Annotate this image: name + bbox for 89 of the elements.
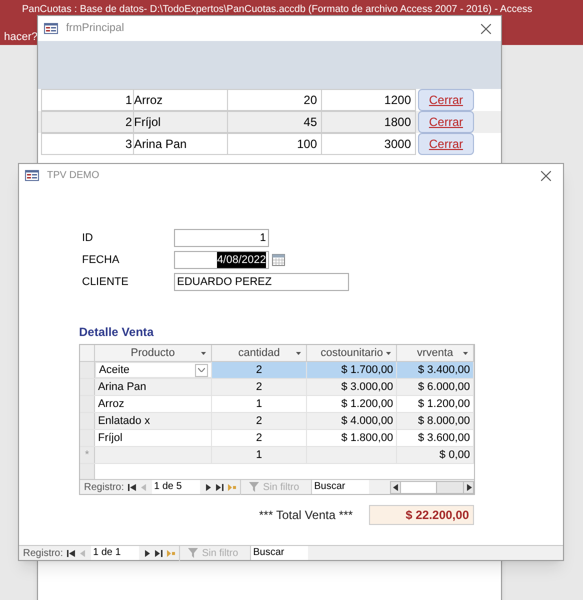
table-cell-text: Arroz <box>98 396 124 412</box>
close-form-button[interactable]: Cerrar <box>418 133 474 155</box>
table-cell-text: $ 1.700,00 <box>341 362 394 378</box>
column-header[interactable]: Producto <box>94 345 212 361</box>
next-record-icon[interactable] <box>204 484 212 490</box>
table-cell-text: Enlatado x <box>98 414 150 429</box>
form-icon <box>44 23 58 34</box>
datasheet-row[interactable]: Fríjol 2 $ 1.800,00 $ 3.600,00 <box>80 430 474 447</box>
datasheet-row[interactable]: Arroz 1 $ 1.200,00 $ 1.200,00 <box>80 396 474 413</box>
window-title: TPV DEMO <box>47 169 100 183</box>
app-title: PanCuotas : Base de datos- D:\TodoExpertos\PanCuotas.accdb (Formato de archivo Access 2007 - 2016) - Access <box>22 3 532 17</box>
table-cell: 45 <box>228 111 322 133</box>
horizontal-scrollbar[interactable] <box>390 480 474 494</box>
table-cell-text: 2 <box>256 430 262 446</box>
table-cell-text: $ 3.000,00 <box>341 380 394 395</box>
last-record-icon[interactable] <box>155 550 164 556</box>
field-label: CLIENTE <box>81 274 130 290</box>
record-position-field[interactable]: 1 de 1 <box>91 546 140 560</box>
table-cell: Arroz <box>134 89 228 111</box>
table-cell: 3000 <box>322 133 416 155</box>
first-record-icon[interactable] <box>128 484 136 490</box>
column-header[interactable]: costounitario <box>307 345 398 361</box>
table-cell-text: $ 3.400,00 <box>418 362 470 378</box>
field-label: ID <box>81 230 94 246</box>
first-record-icon[interactable] <box>67 550 76 556</box>
table-cell-text: $ 1.200,00 <box>341 396 394 412</box>
table-cell-text: $ 4.000,00 <box>341 414 394 429</box>
input-field[interactable]: 4/08/2022 <box>174 251 269 269</box>
table-cell: 2 <box>41 111 134 133</box>
table-cell-text: 2 <box>256 414 262 429</box>
column-header[interactable]: vrventa <box>397 345 474 361</box>
table-cell-text: 2 <box>256 380 262 395</box>
window-title: frmPrincipal <box>66 21 124 36</box>
dropdown-icon[interactable] <box>463 352 468 354</box>
table-cell-text: $ 3.600,00 <box>418 430 470 446</box>
dropdown-icon[interactable] <box>296 352 302 354</box>
filter-icon <box>249 482 260 492</box>
record-position-field[interactable]: 1 de 5 <box>152 480 200 494</box>
scroll-right-icon[interactable] <box>464 484 472 490</box>
close-form-button[interactable]: Cerrar <box>418 89 474 111</box>
next-record-icon[interactable] <box>143 550 152 556</box>
new-row-marker: * <box>84 448 90 463</box>
close-icon[interactable] <box>481 24 491 34</box>
last-record-icon[interactable] <box>216 484 224 490</box>
table-cell-text: $ 1.200,00 <box>418 396 470 412</box>
total-label: *** Total Venta *** <box>259 507 354 524</box>
table-cell-text: $ 0,00 <box>439 448 470 463</box>
table-cell-text: Arina Pan <box>98 380 146 395</box>
datasheet-row[interactable]: * 1 $ 0,00 <box>80 447 474 464</box>
subform-title: Detalle Venta <box>79 324 155 341</box>
table-cell-text: 1 <box>256 396 262 412</box>
ribbon-text[interactable]: hacer? <box>4 29 38 46</box>
form-icon <box>25 170 39 181</box>
datasheet-row[interactable]: Arina Pan 2 $ 3.000,00 $ 6.000,00 <box>80 379 474 396</box>
close-form-button[interactable]: Cerrar <box>418 111 474 133</box>
table-cell: 1 <box>41 89 134 111</box>
record-label: Registro: <box>22 546 64 560</box>
table-cell: Fríjol <box>134 111 228 133</box>
table-cell: Arina Pan <box>134 133 228 155</box>
table-cell-text: $ 1.800,00 <box>341 430 394 446</box>
close-icon[interactable] <box>541 170 551 180</box>
input-field[interactable]: 1 <box>174 229 269 247</box>
input-field[interactable]: EDUARDO PEREZ <box>174 273 349 291</box>
total-field: $ 22.200,00 <box>369 505 474 525</box>
record-label: Registro: <box>83 480 124 494</box>
table-cell: 1800 <box>322 111 416 133</box>
filter-icon <box>188 548 198 558</box>
table-cell: 20 <box>228 89 322 111</box>
column-header[interactable]: cantidad <box>212 345 308 361</box>
chevron-down-icon <box>198 368 205 372</box>
table-cell-text: 2 <box>256 362 262 378</box>
table-cell-text: 1 <box>256 448 262 463</box>
table-cell: 3 <box>41 133 134 155</box>
combo-dropdown-button[interactable] <box>194 364 208 376</box>
table-cell-text: $ 8.000,00 <box>418 414 470 429</box>
calendar-icon[interactable] <box>272 254 285 266</box>
field-label: FECHA <box>81 252 120 268</box>
table-cell: 1200 <box>322 89 416 111</box>
table-cell-text: Fríjol <box>98 430 122 446</box>
datasheet-row[interactable]: Aceite 2 $ 1.700,00 $ 3.400,00 <box>80 362 474 379</box>
search-field[interactable]: Buscar <box>311 480 370 494</box>
table-cell-text: $ 6.000,00 <box>418 380 470 395</box>
table-cell-text: Aceite <box>98 362 130 378</box>
dropdown-icon[interactable] <box>386 352 392 354</box>
table-cell: 100 <box>228 133 322 155</box>
dropdown-icon[interactable] <box>200 352 206 354</box>
datasheet-row[interactable]: Enlatado x 2 $ 4.000,00 $ 8.000,00 <box>80 413 474 430</box>
scroll-left-icon[interactable] <box>392 484 400 490</box>
search-field[interactable]: Buscar <box>250 546 308 560</box>
